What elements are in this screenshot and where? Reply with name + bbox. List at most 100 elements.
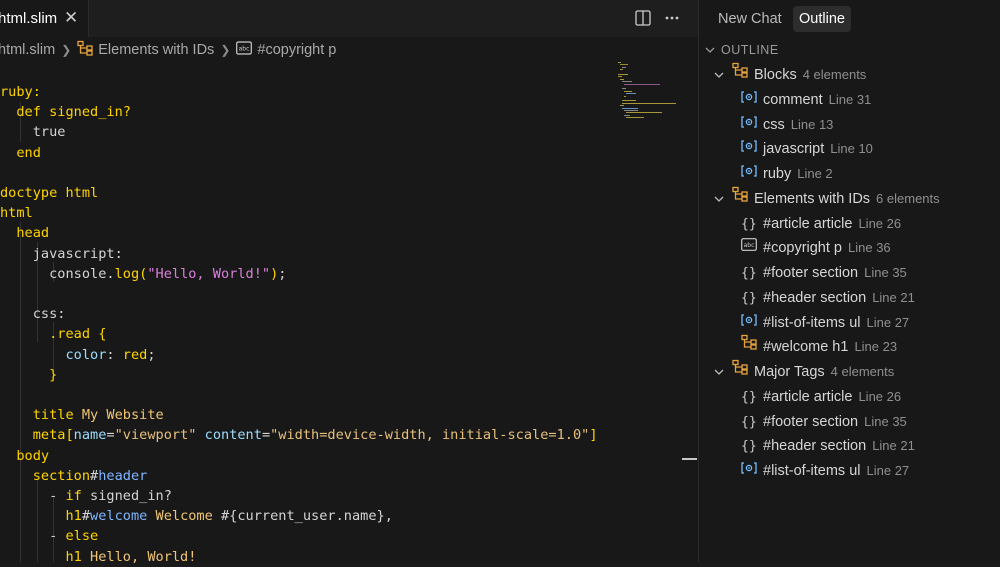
item-name: #welcome h1 [763, 339, 849, 356]
braces-icon: {} [741, 414, 757, 430]
svg-text:abc: abc [239, 46, 250, 53]
more-actions-icon[interactable] [663, 9, 681, 27]
close-icon[interactable]: ✕ [64, 8, 82, 28]
minimap-line [624, 90, 632, 92]
group-count: 4 elements [830, 364, 895, 379]
item-line: Line 35 [864, 265, 907, 280]
outline-item[interactable]: ruby Line 2 [741, 162, 999, 186]
group-name: Major Tags [754, 364, 825, 380]
code-token: body [0, 447, 50, 464]
minimap-line [624, 110, 638, 111]
struct-icon [732, 359, 748, 383]
outline-item[interactable]: comment Line 31 [741, 88, 999, 112]
code-token: { [98, 326, 107, 343]
code-line: body [0, 446, 49, 466]
item-name: #list-of-items ul [763, 463, 861, 479]
code-token: meta [0, 427, 66, 444]
item-name: #article article [763, 215, 853, 232]
outline-item[interactable]: {} #header section Line 21 [741, 286, 999, 310]
outline-item[interactable]: abc #copyright p Line 36 [741, 236, 999, 260]
item-line: Line 35 [864, 413, 907, 429]
struct-icon [732, 62, 748, 86]
code-line: def signed_in? [0, 102, 131, 122]
symbol-icon [741, 87, 757, 111]
code-line: .read { [0, 324, 106, 344]
code-line: - if signed_in? [0, 486, 172, 506]
code-token: - [0, 488, 66, 504]
minimap[interactable] [612, 62, 684, 132]
minimap-line [620, 64, 628, 66]
code-token: # [81, 508, 91, 525]
outline-title: OUTLINE [721, 43, 779, 57]
item-line: Line 13 [790, 116, 834, 132]
code-token: = [261, 427, 271, 444]
outline-item[interactable]: {} #footer section Line 35 [741, 410, 999, 434]
split-editor-icon[interactable] [634, 9, 652, 27]
tab-outline[interactable]: Outline [793, 6, 851, 32]
code-token: # [90, 467, 99, 484]
outline-item[interactable]: #welcome h1 Line 23 [741, 335, 999, 359]
outline-group-elements-with-ids[interactable]: Elements with IDs 6 elements [699, 186, 999, 211]
minimap-line [622, 100, 636, 102]
tab-html-slim[interactable]: html.slim ✕ [0, 0, 89, 37]
code-token: welcome [90, 508, 156, 525]
outline-item[interactable]: javascript Line 10 [741, 137, 999, 161]
chevron-down-icon[interactable] [713, 63, 725, 87]
code-token: [ [65, 427, 74, 444]
code-token: css: [0, 306, 66, 323]
outline-item[interactable]: {} #article article Line 26 [741, 212, 999, 236]
minimap-line [622, 66, 626, 68]
chevron-down-icon[interactable] [713, 187, 725, 211]
struct-icon [741, 334, 757, 358]
item-line: Line 21 [872, 438, 915, 454]
minimap-line [620, 78, 624, 80]
item-name: #copyright p [763, 240, 842, 257]
chevron-down-icon[interactable] [713, 360, 725, 384]
code-token: doctype html [0, 185, 99, 201]
code-token: .read [0, 326, 99, 343]
code-token: end [0, 144, 41, 161]
outline-item[interactable]: {} #header section Line 21 [741, 434, 999, 458]
minimap-line [620, 105, 624, 107]
code-line: doctype html [0, 183, 98, 203]
outline-item[interactable]: #list-of-items ul Line 27 [741, 459, 999, 483]
group-count: 4 elements [802, 67, 867, 82]
braces-icon: {} [741, 290, 757, 306]
breadcrumb-symbol[interactable]: #copyright p [257, 42, 336, 58]
item-name: css [763, 116, 785, 133]
braces-icon: {} [741, 389, 757, 405]
item-name: javascript [763, 141, 825, 158]
item-name: #footer section [763, 413, 859, 430]
code-token: ; [278, 265, 287, 282]
braces-icon: {} [741, 216, 757, 232]
code-token: html [0, 205, 33, 222]
svg-text:abc: abc [744, 242, 755, 249]
breadcrumb-group[interactable]: Elements with IDs [98, 42, 214, 58]
outline-group-blocks[interactable]: Blocks 4 elements [699, 63, 999, 87]
outline-item[interactable]: #list-of-items ul Line 27 [741, 311, 999, 335]
code-line: css: [0, 304, 66, 324]
code-token: name [73, 427, 107, 444]
code-token: red [122, 346, 148, 363]
code-line: ruby: [0, 82, 41, 102]
minimap-line [622, 81, 632, 83]
minimap-line [618, 74, 628, 75]
outline-group-major-tags[interactable]: Major Tags 4 elements [699, 360, 999, 384]
code-token: ] [589, 427, 598, 444]
code-line: color: red; [0, 345, 155, 365]
chevron-right-icon: ❯ [220, 43, 231, 57]
code-token: ruby: [0, 84, 41, 100]
outline-item[interactable]: {} #footer section Line 35 [741, 261, 999, 285]
item-line: Line 23 [854, 339, 898, 355]
code-token: section [0, 467, 91, 484]
code-token: My Website [81, 407, 164, 424]
minimap-line [624, 83, 660, 85]
outline-item[interactable]: css Line 13 [741, 113, 999, 137]
breadcrumb-file[interactable]: html.slim [0, 42, 55, 58]
tab-new-chat[interactable]: New Chat [712, 6, 788, 32]
outline-item[interactable]: {} #article article Line 26 [741, 385, 999, 409]
scrollbar-marker[interactable] [682, 458, 697, 460]
item-name: #header section [763, 438, 867, 455]
code-line: javascript: [0, 244, 123, 264]
symbol-icon [741, 136, 757, 160]
